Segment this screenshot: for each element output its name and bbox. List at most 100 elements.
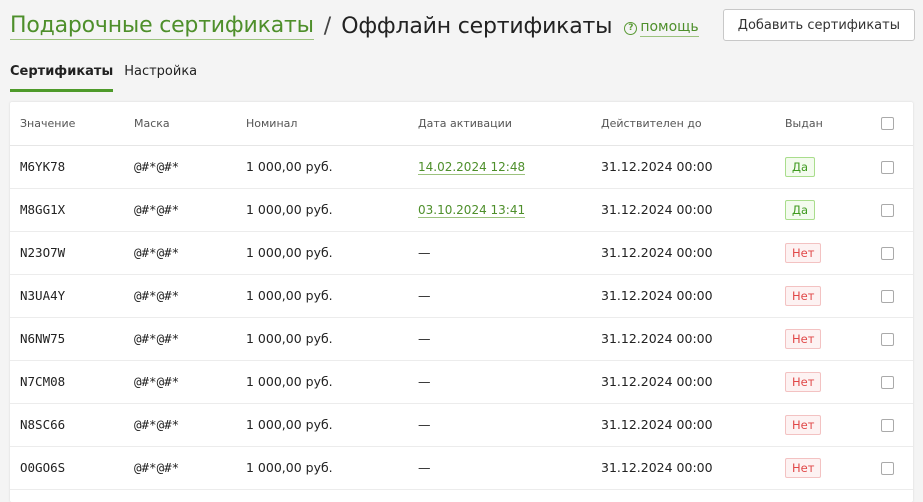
cell-issued: Нет — [775, 231, 881, 275]
cell-valid-until: 31.12.2024 00:00 — [591, 446, 775, 490]
issued-status-badge: Да — [785, 199, 816, 220]
cell-valid-until: 31.12.2024 00:00 — [591, 317, 775, 361]
cell-activation-date: 14.02.2024 12:48 — [408, 145, 591, 189]
certificate-nominal: 1 000,00 руб. — [246, 460, 333, 475]
cell-nominal: 1 000,00 руб. — [236, 446, 408, 490]
column-header-value[interactable]: Значение — [10, 102, 124, 146]
table-header-row: Значение Маска Номинал Дата активации Де… — [10, 102, 913, 146]
row-select-checkbox[interactable] — [881, 376, 894, 389]
table-row[interactable]: N8SC66 @#*@#* 1 000,00 руб. — 31.12.2024 00:… — [10, 403, 913, 447]
activation-date[interactable]: 14.02.2024 12:48 — [418, 160, 526, 175]
add-certificates-button[interactable]: Добавить сертификаты — [722, 9, 915, 41]
certificate-mask: @#*@#* — [134, 202, 180, 217]
table-row[interactable]: N6NW75 @#*@#* 1 000,00 руб. — 31.12.2024 00:… — [10, 317, 913, 361]
column-header-activation-date[interactable]: Дата активации — [408, 102, 591, 146]
breadcrumb-gift-certificates[interactable]: Подарочные сертификаты — [10, 12, 314, 40]
activation-date: — — [418, 245, 431, 260]
cell-select — [881, 188, 913, 232]
cell-activation-date: — — [408, 360, 591, 404]
cell-mask: @#*@#* — [124, 317, 236, 361]
cell-mask: @#*@#* — [124, 446, 236, 490]
cell-select — [881, 274, 913, 318]
column-header-nominal[interactable]: Номинал — [236, 102, 408, 146]
table-row[interactable]: M6YK78 @#*@#* 1 000,00 руб. 14.02.2024 12:4… — [10, 145, 913, 189]
cell-mask: @#*@#* — [124, 403, 236, 447]
cell-value: N3UA4Y — [10, 274, 124, 318]
cell-value: M6YK78 — [10, 145, 124, 189]
tab-certificates[interactable]: Сертификаты — [10, 62, 114, 92]
table-row[interactable]: N7CM08 @#*@#* 1 000,00 руб. — 31.12.2024 00:… — [10, 360, 913, 404]
column-header-mask[interactable]: Маска — [124, 102, 236, 146]
cell-value: N8SC66 — [10, 403, 124, 447]
column-header-valid-until[interactable]: Действителен до — [591, 102, 775, 146]
row-select-checkbox[interactable] — [881, 247, 894, 260]
certificate-mask: @#*@#* — [134, 417, 180, 432]
certificate-nominal: 1 000,00 руб. — [246, 245, 333, 260]
table-row[interactable]: O0GO6S @#*@#* 1 000,00 руб. — 31.12.2024 00:… — [10, 446, 913, 490]
row-select-checkbox[interactable] — [881, 290, 894, 303]
activation-date[interactable]: 03.10.2024 13:41 — [418, 203, 526, 218]
row-select-checkbox[interactable] — [881, 161, 894, 174]
cell-select — [881, 145, 913, 189]
column-header-issued[interactable]: Выдан — [775, 102, 881, 146]
certificate-nominal: 1 000,00 руб. — [246, 331, 333, 346]
issued-status-badge: Нет — [785, 242, 822, 263]
cell-activation-date: 03.10.2024 13:41 — [408, 188, 591, 232]
cell-valid-until: 31.12.2024 00:00 — [591, 274, 775, 318]
row-select-checkbox[interactable] — [881, 333, 894, 346]
activation-date: — — [418, 331, 431, 346]
help-link-group[interactable]: ? помощь — [624, 19, 699, 37]
row-select-checkbox[interactable] — [881, 204, 894, 217]
cell-mask: @#*@#* — [124, 360, 236, 404]
valid-until-date: 31.12.2024 00:00 — [601, 159, 713, 174]
certificate-code: O0GO6S — [20, 460, 66, 475]
cell-valid-until: 31.12.2024 00:00 — [591, 403, 775, 447]
activation-date: — — [418, 374, 431, 389]
cell-issued: Да — [775, 188, 881, 232]
cell-issued: Нет — [775, 317, 881, 361]
cell-mask: @#*@#* — [124, 145, 236, 189]
certificate-mask: @#*@#* — [134, 288, 180, 303]
certificate-code: N6NW75 — [20, 331, 66, 346]
row-select-checkbox[interactable] — [881, 462, 894, 475]
row-select-checkbox[interactable] — [881, 419, 894, 432]
cell-nominal: 1 000,00 руб. — [236, 145, 408, 189]
cell-nominal: 1 000,00 руб. — [236, 317, 408, 361]
breadcrumb-separator: / — [323, 13, 332, 39]
cell-activation-date: — — [408, 231, 591, 275]
cell-select — [881, 360, 913, 404]
cell-value: N23O7W — [10, 231, 124, 275]
certificates-table-card: Значение Маска Номинал Дата активации Де… — [10, 102, 913, 502]
issued-status-badge: Нет — [785, 371, 822, 392]
select-all-checkbox[interactable] — [881, 117, 894, 130]
cell-issued: Нет — [775, 360, 881, 404]
cell-issued: Нет — [775, 446, 881, 490]
cell-mask: @#*@#* — [124, 231, 236, 275]
cell-value: M8GG1X — [10, 188, 124, 232]
tab-settings[interactable]: Настройка — [124, 62, 197, 92]
question-circle-icon[interactable]: ? — [624, 21, 638, 35]
cell-value: N6NW75 — [10, 317, 124, 361]
cell-select — [881, 403, 913, 447]
cell-mask: @#*@#* — [124, 274, 236, 318]
valid-until-date: 31.12.2024 00:00 — [601, 331, 713, 346]
valid-until-date: 31.12.2024 00:00 — [601, 202, 713, 217]
cell-activation-date: — — [408, 403, 591, 447]
table-row[interactable]: N3UA4Y @#*@#* 1 000,00 руб. — 31.12.2024 00:… — [10, 274, 913, 318]
certificate-code: N8SC66 — [20, 417, 66, 432]
valid-until-date: 31.12.2024 00:00 — [601, 417, 713, 432]
help-link[interactable]: помощь — [640, 19, 699, 37]
certificate-mask: @#*@#* — [134, 159, 180, 174]
cell-select — [881, 317, 913, 361]
cell-value: O0GO6S — [10, 446, 124, 490]
table-row[interactable]: N23O7W @#*@#* 1 000,00 руб. — 31.12.2024 00:… — [10, 231, 913, 275]
cell-issued: Нет — [775, 274, 881, 318]
certificate-nominal: 1 000,00 руб. — [246, 374, 333, 389]
cell-nominal: 1 000,00 руб. — [236, 231, 408, 275]
valid-until-date: 31.12.2024 00:00 — [601, 288, 713, 303]
cell-mask: @#*@#* — [124, 188, 236, 232]
table-row[interactable]: M8GG1X @#*@#* 1 000,00 руб. 03.10.2024 13:4… — [10, 188, 913, 232]
cell-valid-until: 31.12.2024 00:00 — [591, 360, 775, 404]
issued-status-badge: Нет — [785, 285, 822, 306]
select-all-cell — [881, 102, 913, 146]
